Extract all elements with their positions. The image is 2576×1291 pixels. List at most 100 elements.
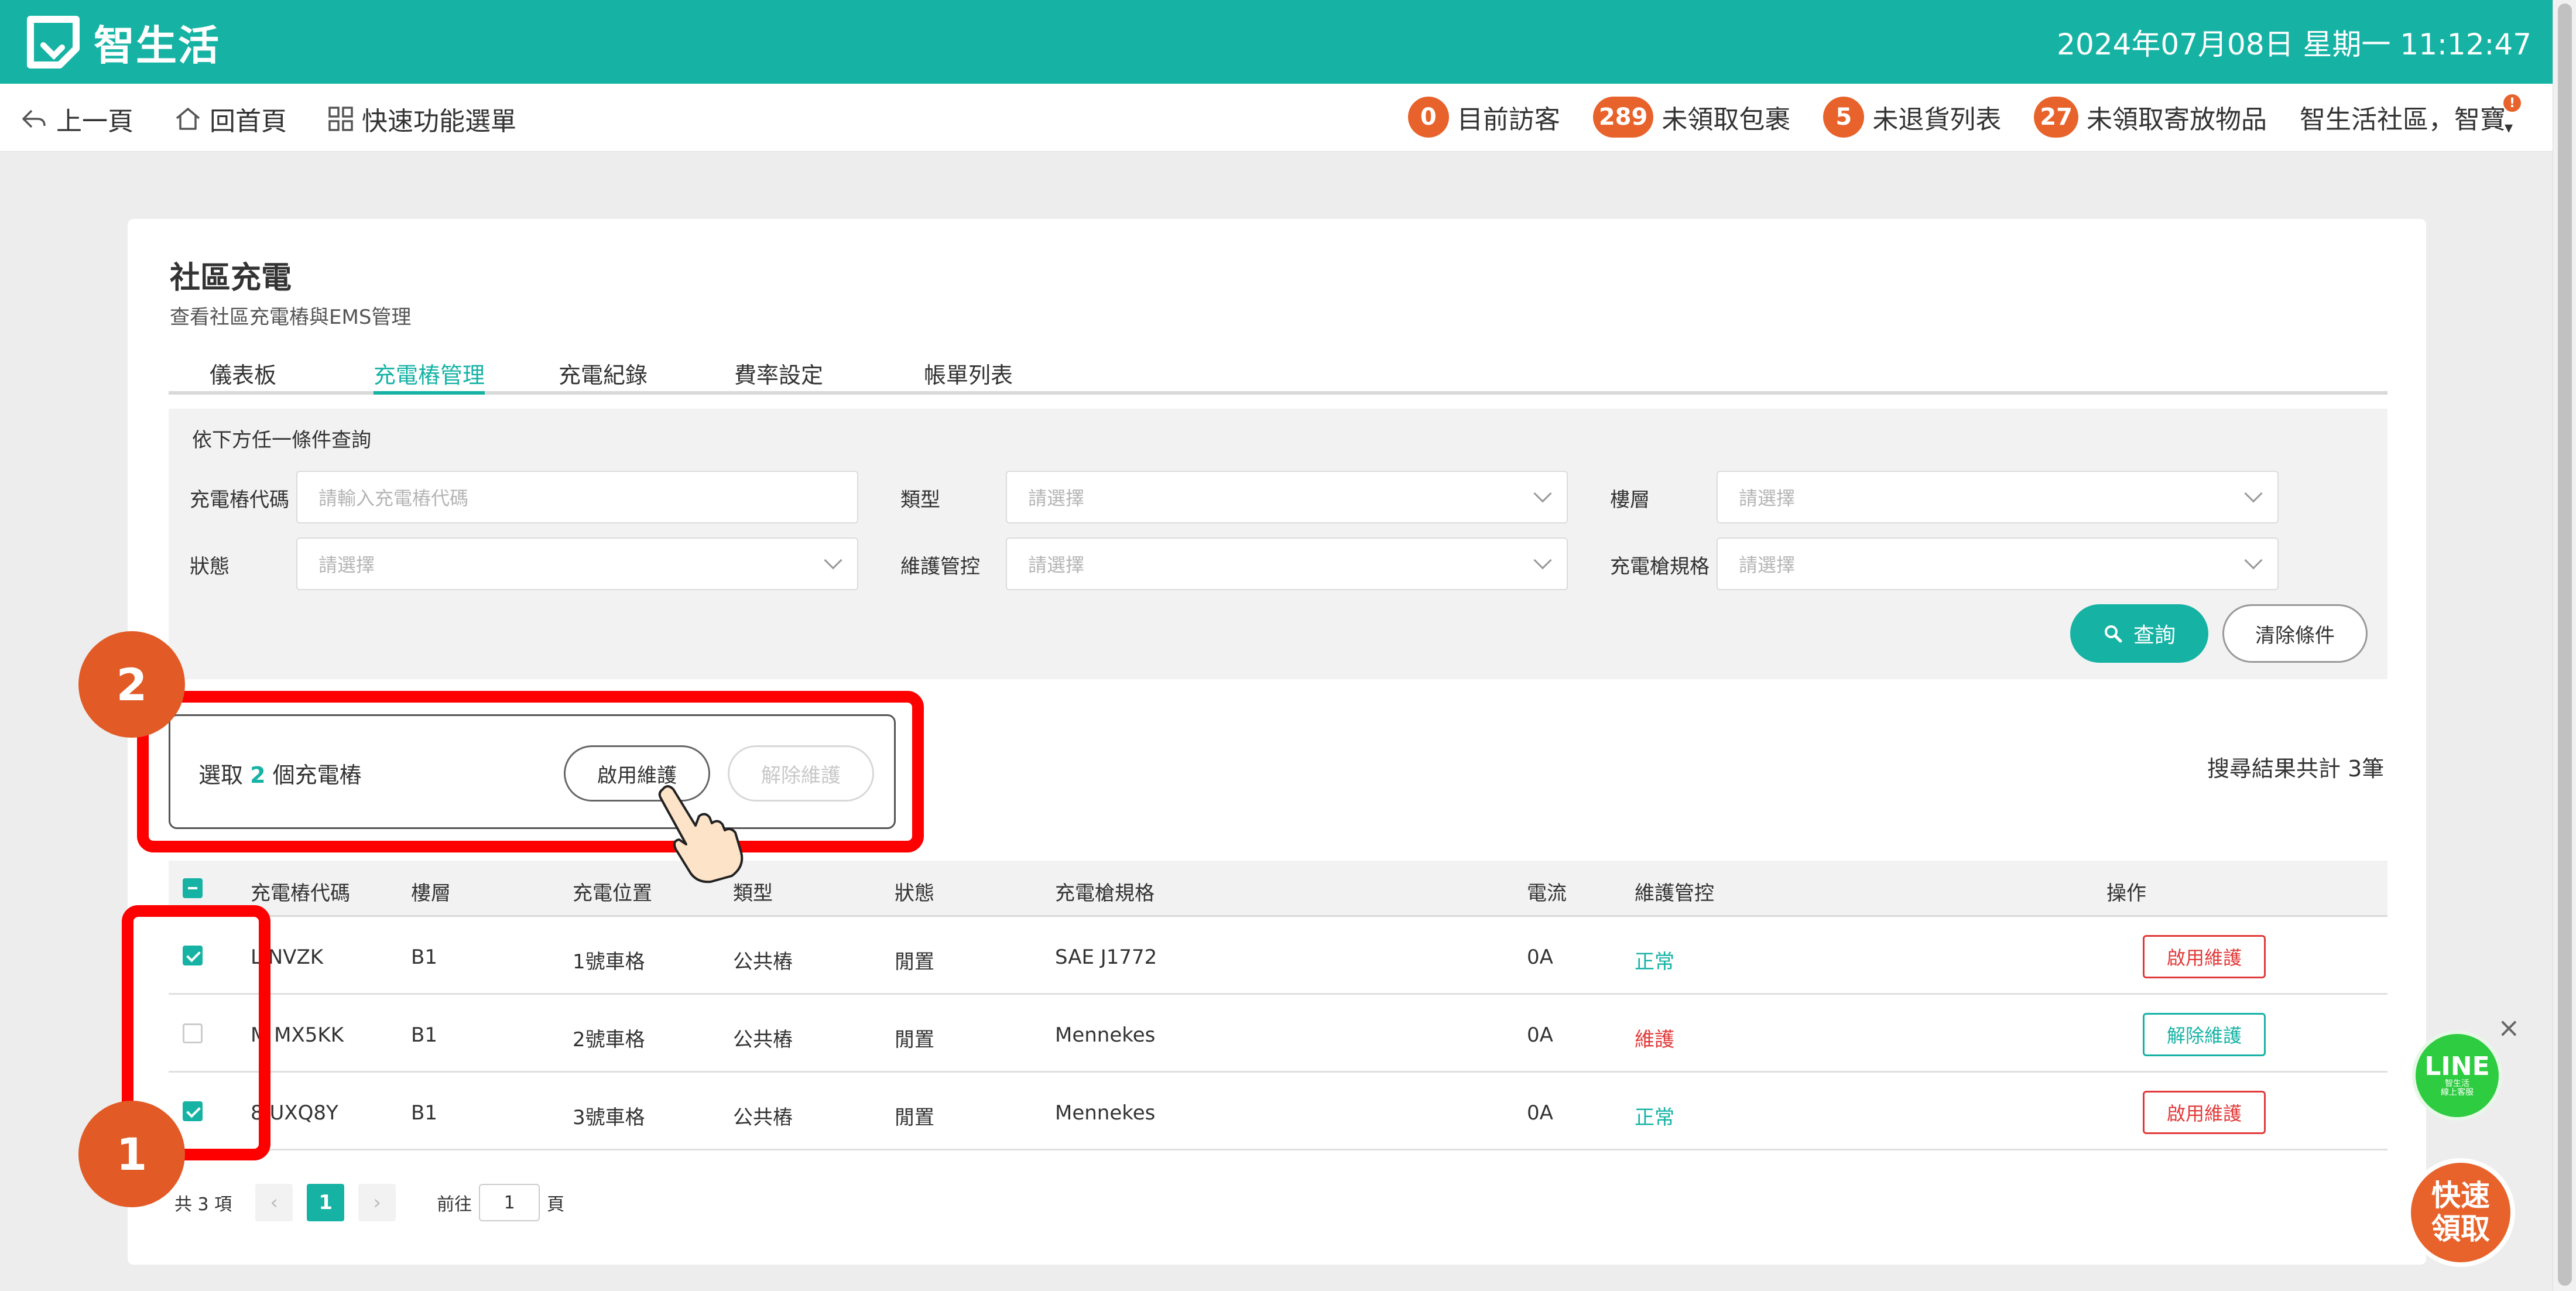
- floor-label: 樓層: [1610, 488, 1650, 512]
- back-button[interactable]: 上一頁: [20, 100, 133, 138]
- query-button[interactable]: 查詢: [2070, 604, 2208, 663]
- cell-floor: B1: [411, 946, 437, 969]
- next-page-button[interactable]: ›: [358, 1184, 396, 1221]
- cell-status: 閒置: [895, 1028, 934, 1052]
- cell-maintenance-status: 正常: [1635, 1106, 1674, 1129]
- quick-pickup-button[interactable]: 快速 領取: [2406, 1158, 2515, 1267]
- cell-gun-spec: SAE J1772: [1055, 946, 1157, 969]
- col-maintenance: 維護管控: [1635, 882, 1714, 905]
- col-status: 狀態: [895, 882, 934, 905]
- table-header: 充電樁代碼 樓層 充電位置 類型 狀態 充電槍規格 電流 維護管控 操作: [169, 861, 2387, 917]
- status-select[interactable]: 請選擇: [296, 537, 858, 590]
- charger-code-input[interactable]: 請輸入充電樁代碼: [296, 471, 858, 523]
- maintenance-select[interactable]: 請選擇: [1006, 537, 1568, 590]
- prev-page-button[interactable]: ‹: [255, 1184, 293, 1221]
- stat-label: 未領取寄放物品: [2087, 105, 2267, 135]
- page-subtitle: 查看社區充電樁與EMS管理: [170, 306, 412, 329]
- count-badge: 0: [1407, 97, 1449, 138]
- cell-type: 公共樁: [733, 950, 793, 974]
- brand-logo[interactable]: 智生活: [26, 13, 220, 71]
- line-support-button[interactable]: LINE 智生活 線上客服: [2412, 1030, 2502, 1121]
- grid-icon: [328, 107, 353, 131]
- tab-bill-list[interactable]: 帳單列表: [924, 357, 1013, 395]
- goto-prefix: 前往: [437, 1194, 472, 1215]
- stat-returns[interactable]: 5 未退貨列表: [1823, 97, 2001, 138]
- cell-floor: B1: [411, 1101, 437, 1125]
- count-badge: 289: [1592, 97, 1654, 138]
- page-1-button[interactable]: 1: [307, 1184, 345, 1221]
- gun-spec-select[interactable]: 請選擇: [1717, 537, 2279, 590]
- cell-current: 0A: [1527, 1023, 1553, 1047]
- scrollbar-thumb[interactable]: [2558, 4, 2572, 1286]
- row-disable-maintenance-button[interactable]: 解除維護: [2143, 1013, 2266, 1056]
- goto-page-input[interactable]: 1: [479, 1184, 540, 1221]
- stat-unclaimed-parcels[interactable]: 289 未領取包裹: [1592, 97, 1790, 138]
- quick-menu-button[interactable]: 快速功能選單: [328, 100, 516, 138]
- logo-icon: [26, 15, 81, 70]
- spec-placeholder: 請選擇: [1739, 554, 1796, 576]
- stat-label: 未退貨列表: [1872, 105, 2002, 135]
- col-action: 操作: [2106, 882, 2146, 905]
- cell-gun-spec: Mennekes: [1055, 1023, 1156, 1047]
- type-label: 類型: [900, 488, 940, 512]
- tab-charger-management[interactable]: 充電樁管理: [374, 357, 485, 395]
- community-user-menu[interactable]: 智生活社區，智寶: [2300, 98, 2506, 136]
- home-button[interactable]: 回首頁: [174, 100, 287, 138]
- stat-label: 目前訪客: [1457, 105, 1560, 135]
- filter-panel: 依下方任一條件查詢 充電樁代碼 請輸入充電樁代碼 類型 請選擇 樓層 請選擇 狀…: [169, 409, 2387, 679]
- col-current: 電流: [1527, 882, 1567, 905]
- table-row[interactable]: M MX5KK B1 2號車格 公共樁 閒置 Mennekes 0A 維護 解除…: [169, 996, 2387, 1073]
- row-enable-maintenance-button[interactable]: 啟用維護: [2143, 935, 2266, 978]
- table-row[interactable]: L NVZK B1 1號車格 公共樁 閒置 SAE J1772 0A 正常 啟用…: [169, 919, 2387, 995]
- back-arrow-icon: [22, 109, 46, 128]
- pointing-hand-icon: [650, 779, 749, 884]
- type-placeholder: 請選擇: [1028, 487, 1085, 509]
- brand-name: 智生活: [94, 21, 220, 70]
- type-select[interactable]: 請選擇: [1006, 471, 1568, 523]
- top-header: 智生活 2024年07月08日 星期一 11:12:47: [0, 0, 2553, 84]
- stat-stored-items[interactable]: 27 未領取寄放物品: [2034, 97, 2267, 138]
- maint-placeholder: 請選擇: [1028, 554, 1085, 576]
- stat-visitors[interactable]: 0 目前訪客: [1407, 97, 1560, 138]
- cell-gun-spec: Mennekes: [1055, 1101, 1156, 1125]
- select-all-checkbox[interactable]: [183, 878, 203, 898]
- query-label: 查詢: [2133, 624, 2176, 648]
- code-label: 充電樁代碼: [190, 488, 289, 512]
- chevron-down-icon: [1533, 484, 1552, 503]
- caret-down-icon[interactable]: ▾: [2505, 118, 2513, 137]
- search-icon: [2104, 625, 2122, 643]
- status-placeholder: 請選擇: [318, 554, 375, 576]
- chevron-down-icon: [1533, 551, 1552, 570]
- cell-current: 0A: [1527, 1101, 1553, 1125]
- tab-rate-settings[interactable]: 費率設定: [734, 357, 823, 395]
- step-marker-1: 1: [78, 1101, 185, 1207]
- line-label: LINE: [2424, 1051, 2490, 1081]
- row-enable-maintenance-button[interactable]: 啟用維護: [2143, 1091, 2266, 1134]
- close-icon[interactable]: ×: [2498, 1012, 2520, 1043]
- cell-type: 公共樁: [733, 1028, 793, 1052]
- chevron-down-icon: [2244, 484, 2263, 503]
- floor-select[interactable]: 請選擇: [1717, 471, 2279, 523]
- secondary-nav: 上一頁 回首頁 快速功能選單 0 目前訪客 289 未領取包裹 5 未退貨列表 …: [0, 84, 2553, 152]
- page-scrollbar[interactable]: [2553, 0, 2576, 1291]
- alert-badge[interactable]: !: [2503, 94, 2521, 112]
- datetime-display: 2024年07月08日 星期一 11:12:47: [2057, 28, 2532, 61]
- col-position: 充電位置: [573, 882, 652, 905]
- cell-status: 閒置: [895, 950, 934, 974]
- tab-charging-records[interactable]: 充電紀錄: [559, 357, 648, 395]
- tab-bar: 儀表板 充電樁管理 充電紀錄 費率設定 帳單列表: [169, 357, 2387, 395]
- goto-suffix: 頁: [547, 1194, 565, 1215]
- step-marker-2: 2: [78, 631, 185, 738]
- count-badge: 5: [1823, 97, 1865, 138]
- quick-pickup-line1: 快速: [2431, 1178, 2490, 1213]
- result-count: 搜尋結果共計 3筆: [2207, 756, 2385, 782]
- floor-placeholder: 請選擇: [1739, 487, 1796, 509]
- clear-filters-button[interactable]: 清除條件: [2222, 604, 2368, 663]
- cell-type: 公共樁: [733, 1106, 793, 1129]
- count-badge: 27: [2034, 97, 2078, 138]
- cell-position: 3號車格: [573, 1106, 645, 1129]
- tab-dashboard[interactable]: 儀表板: [210, 357, 276, 395]
- table-row[interactable]: 8 UXQ8Y B1 3號車格 公共樁 閒置 Mennekes 0A 正常 啟用…: [169, 1074, 2387, 1150]
- cell-maintenance-status: 正常: [1635, 950, 1674, 974]
- chevron-down-icon: [824, 551, 842, 570]
